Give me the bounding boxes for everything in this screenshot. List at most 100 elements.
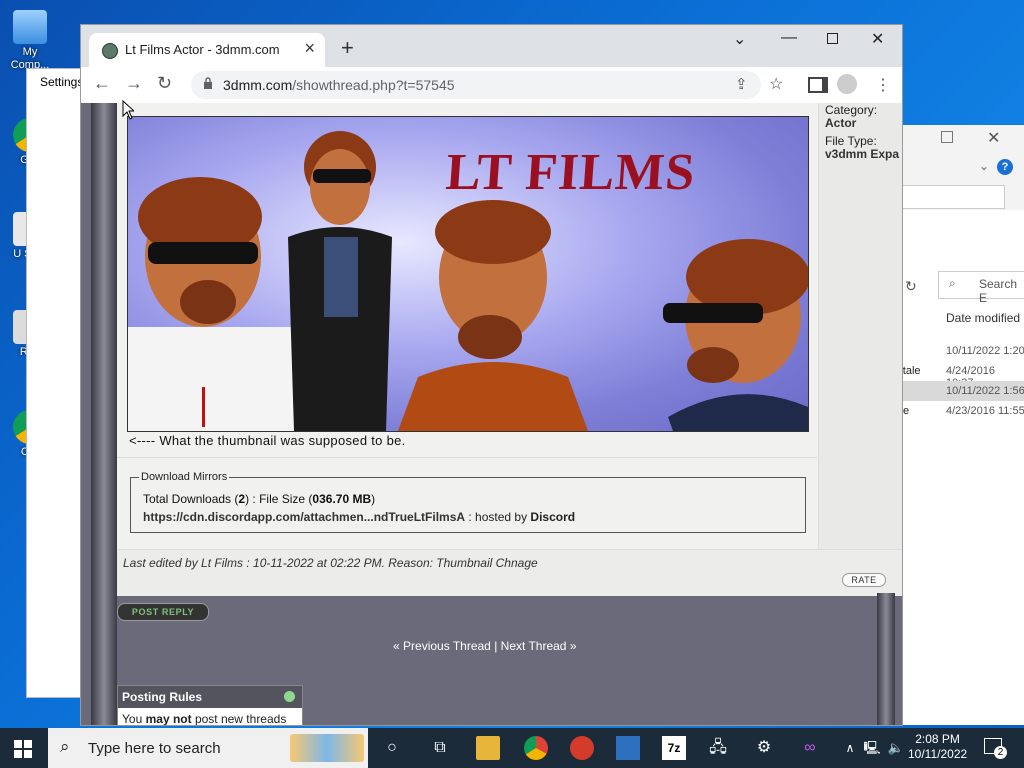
post-footer: Last edited by Lt Films : 10-11-2022 at …	[117, 549, 902, 596]
side-panel-icon[interactable]	[808, 77, 828, 93]
lock-icon	[204, 77, 212, 89]
close-tab-icon[interactable]: ×	[304, 38, 315, 59]
divider	[117, 457, 817, 458]
total-downloads-label: Total Downloads (	[143, 492, 239, 506]
mouse-cursor-icon	[122, 100, 134, 120]
file-size-value: 036.70 MB	[312, 492, 372, 506]
list-item[interactable]: 10/11/2022 1:20	[901, 341, 1024, 361]
chevron-up-icon[interactable]: ∧	[838, 736, 862, 760]
url-path: /showthread.php?t=57545	[292, 77, 455, 93]
chrome-window[interactable]: Lt Films Actor - 3dmm.com × + ⌄ — ✕ ← → …	[80, 24, 903, 726]
address-bar[interactable]: 3dmm.com/showthread.php?t=57545 ⇪ ☆	[191, 71, 783, 99]
minimize-button[interactable]: —	[781, 29, 797, 47]
app-taskbar-icon[interactable]	[570, 736, 594, 760]
taskbar-search-placeholder: Type here to search	[88, 740, 221, 757]
chrome-taskbar-icon[interactable]	[524, 736, 548, 760]
rules-text-b: may not	[145, 712, 192, 726]
filetype-value: v3dmm Expa	[825, 147, 900, 161]
column-header-date-modified[interactable]: Date modified	[946, 311, 1020, 325]
download-stats: Total Downloads (2) : File Size (036.70 …	[143, 492, 375, 506]
category-value: Actor	[825, 116, 857, 130]
explorer-header: ✕ ? ⌄	[901, 125, 1024, 210]
taskbar: ⌕ Type here to search ○ ⧉ 7z 🖧 ⚙ ∞ ∧ 🖳 🔈…	[0, 728, 1024, 768]
volume-icon[interactable]: 🔈	[884, 736, 908, 760]
file-date: 4/23/2016 11:55	[946, 405, 1024, 417]
tab-search-chevron-icon[interactable]: ⌄	[733, 29, 746, 49]
page-content: LT FILMS <---- What the thumbnail was su…	[81, 103, 902, 725]
taskbar-clock[interactable]: 2:08 PM 10/11/2022	[908, 732, 967, 762]
post-sidebar: Category: Actor File Type: v3dmm Expa	[818, 103, 902, 549]
list-item[interactable]: e 4/23/2016 11:55	[901, 401, 1024, 421]
post-reply-button[interactable]: POST REPLY	[117, 603, 209, 621]
desktop-icon-my-computer[interactable]: My Comp...	[4, 10, 56, 72]
file-explorer-window[interactable]: ✕ ? ⌄ ↻ ⌕ Search E Date modified 10/11/2…	[893, 125, 1024, 725]
cortana-icon[interactable]: ○	[380, 736, 404, 760]
start-button[interactable]	[14, 740, 32, 758]
close-icon[interactable]: ✕	[987, 128, 1000, 148]
taskbar-search-input[interactable]: ⌕ Type here to search	[48, 728, 368, 768]
menu-icon[interactable]: ⋮	[875, 75, 891, 95]
host-name: Discord	[530, 510, 576, 524]
reload-button[interactable]: ↻	[157, 73, 172, 94]
favicon-icon	[102, 43, 118, 59]
refresh-icon[interactable]: ↻	[905, 278, 917, 295]
posting-rules-header[interactable]: Posting Rules	[118, 686, 302, 708]
7zip-icon[interactable]: 7z	[662, 736, 686, 760]
tab-title: Lt Films Actor - 3dmm.com	[125, 42, 280, 57]
share-icon[interactable]: ⇪	[735, 75, 748, 93]
next-thread-link[interactable]: Next Thread	[501, 639, 567, 653]
clock-time: 2:08 PM	[915, 732, 960, 746]
task-view-icon[interactable]: ⧉	[428, 736, 452, 760]
close-window-button[interactable]: ✕	[871, 29, 884, 49]
next-arrow-icon: »	[569, 639, 577, 653]
filetype-label: File Type:	[825, 134, 877, 148]
profile-avatar-icon[interactable]	[837, 74, 857, 94]
thumbnail-image[interactable]: LT FILMS	[127, 116, 809, 432]
maximize-button[interactable]	[827, 33, 838, 44]
search-icon: ⌕	[949, 276, 956, 290]
collapse-icon[interactable]	[284, 691, 295, 702]
rules-text-c: post new threads	[191, 712, 287, 726]
explorer-search-input[interactable]: ⌕ Search E	[938, 271, 1024, 305]
network-tool-icon[interactable]: 🖧	[706, 736, 730, 760]
search-icon: ⌕	[60, 737, 70, 756]
tab-bar: Lt Films Actor - 3dmm.com × + ⌄ — ✕	[81, 25, 902, 67]
list-item[interactable]: ertale 4/24/2016 10:37	[893, 361, 1024, 389]
clock-date: 10/11/2022	[908, 747, 968, 761]
file-explorer-icon[interactable]	[476, 736, 500, 760]
rate-button[interactable]: RATE	[842, 573, 886, 587]
previous-thread-link[interactable]: Previous Thread	[403, 639, 491, 653]
post-container: LT FILMS <---- What the thumbnail was su…	[117, 103, 902, 596]
tab-active[interactable]: Lt Films Actor - 3dmm.com ×	[89, 33, 325, 67]
computer-icon	[13, 10, 47, 44]
chevron-down-icon[interactable]: ⌄	[979, 159, 989, 173]
prev-arrow-icon: «	[393, 639, 400, 653]
forward-button[interactable]: →	[125, 73, 143, 94]
window-taskbar-icon[interactable]	[616, 736, 640, 760]
file-size-label: ) : File Size (	[245, 492, 313, 506]
3d-app-icon[interactable]: ∞	[798, 736, 822, 760]
category-label: Category:	[825, 103, 878, 117]
address-box[interactable]	[901, 185, 1005, 209]
download-mirrors-box: Download Mirrors Total Downloads (2) : F…	[130, 471, 806, 533]
last-edited-note: Last edited by Lt Films : 10-11-2022 at …	[123, 556, 538, 570]
network-icon[interactable]: 🖳	[860, 736, 884, 760]
list-item-selected[interactable]: 10/11/2022 1:56	[901, 381, 1024, 401]
new-tab-button[interactable]: +	[341, 35, 354, 61]
download-link[interactable]: https://cdn.discordapp.com/attachmen...n…	[143, 510, 465, 524]
help-icon[interactable]: ?	[997, 159, 1013, 175]
posting-rules-box: Posting Rules You may not post new threa…	[117, 685, 303, 726]
star-icon[interactable]: ☆	[769, 74, 783, 94]
settings-window[interactable]: Settings	[26, 68, 88, 698]
download-mirrors-legend: Download Mirrors	[139, 471, 230, 483]
back-button[interactable]: ←	[93, 73, 111, 94]
browser-toolbar: ← → ↻ 3dmm.com/showthread.php?t=57545 ⇪ …	[81, 67, 902, 103]
posting-rules-text: You may not post new threads	[122, 712, 287, 726]
maximize-icon[interactable]	[941, 131, 953, 143]
file-name: e	[903, 405, 910, 417]
thread-navigation: « Previous Thread | Next Thread »	[393, 639, 577, 653]
gear-icon[interactable]: ⚙	[752, 736, 776, 760]
thumbnail-caption: <---- What the thumbnail was supposed to…	[129, 433, 406, 448]
hosted-by-label: : hosted by	[465, 510, 531, 524]
notification-count: 2	[994, 746, 1007, 759]
